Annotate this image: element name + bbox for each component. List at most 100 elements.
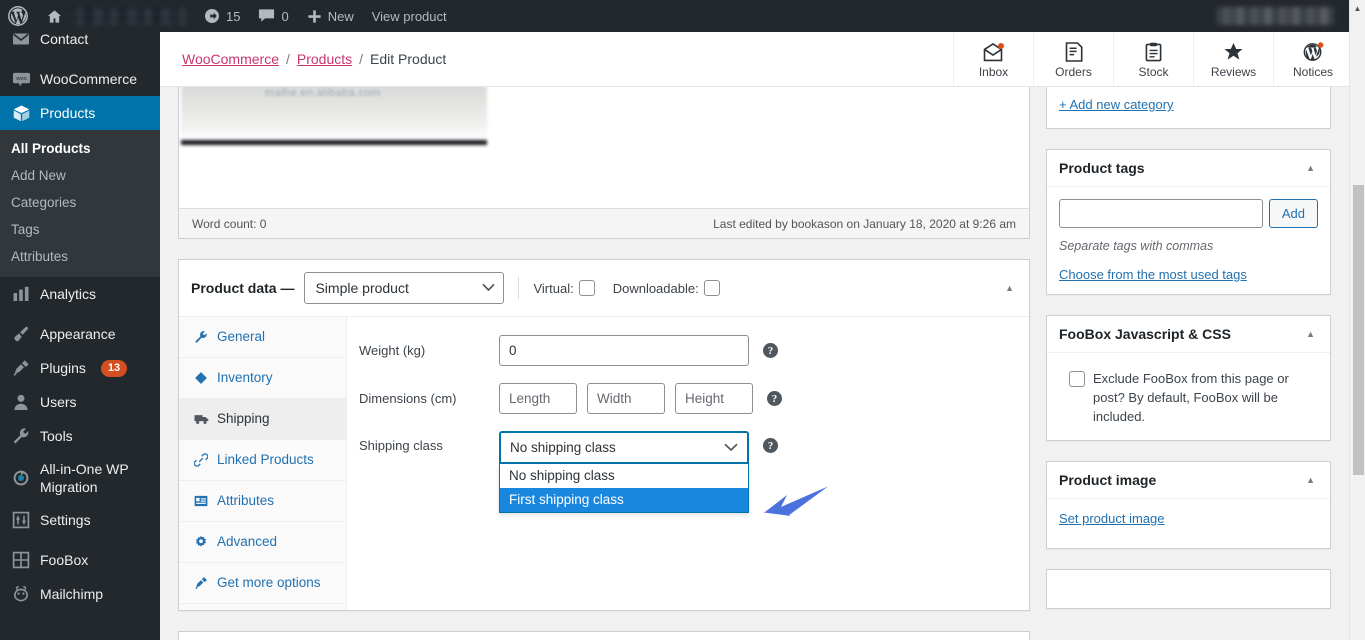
site-name-menu[interactable]	[38, 0, 195, 32]
help-question-icon[interactable]: ?	[763, 343, 778, 358]
orders-panel-button[interactable]: Orders	[1033, 32, 1113, 86]
comments-menu[interactable]: 0	[249, 0, 297, 32]
foobox-exclude-checkbox[interactable]	[1069, 371, 1085, 387]
downloadable-checkbox-label[interactable]: Downloadable:	[613, 280, 720, 296]
breadcrumb-woocommerce[interactable]: WooCommerce	[182, 51, 279, 67]
tab-linked-products[interactable]: Linked Products	[179, 440, 346, 481]
option-first-shipping-class[interactable]: First shipping class	[500, 488, 748, 512]
add-new-category-link[interactable]: + Add new category	[1059, 97, 1174, 112]
sidebar-item-tools[interactable]: Tools	[0, 419, 160, 453]
image-watermark-text: malhe.en.alibaba.com	[265, 87, 381, 99]
main-column: malhe.en.alibaba.com Word count: 0 Last …	[178, 87, 1030, 640]
sidebar-item-users[interactable]: Users	[0, 385, 160, 419]
foobox-collapse-toggle[interactable]: ▲	[1303, 327, 1318, 342]
product-data-panels: General Inventory Shipping Linked Produc…	[179, 317, 1029, 610]
product-image-header: Product image ▲	[1047, 462, 1330, 499]
submenu-categories[interactable]: Categories	[0, 189, 160, 216]
submenu-all-products[interactable]: All Products	[0, 135, 160, 162]
submenu-attributes[interactable]: Attributes	[0, 243, 160, 270]
orders-label: Orders	[1055, 64, 1092, 79]
inventory-diamond-icon	[193, 371, 209, 385]
breadcrumb-products[interactable]: Products	[297, 51, 352, 67]
sidebar-item-analytics[interactable]: Analytics	[0, 277, 160, 311]
virtual-checkbox[interactable]	[578, 280, 595, 296]
submenu-tags[interactable]: Tags	[0, 216, 160, 243]
new-label: New	[327, 8, 354, 24]
tab-label-general: General	[217, 329, 266, 344]
sidebar-item-appearance[interactable]: Appearance	[0, 317, 160, 351]
shipping-class-select-button[interactable]: No shipping class	[499, 431, 749, 464]
sidebar-item-plugins[interactable]: Plugins 13	[0, 351, 160, 385]
stock-panel-button[interactable]: Stock	[1113, 32, 1193, 86]
most-used-tags-link[interactable]: Choose from the most used tags	[1059, 267, 1247, 282]
sidebar-item-woocommerce[interactable]: woo WooCommerce	[0, 62, 160, 96]
sidebar-item-mailchimp[interactable]: Mailchimp	[0, 577, 160, 611]
scrollbar-up-arrow[interactable]: ▲	[1350, 0, 1365, 17]
width-input[interactable]	[587, 383, 665, 414]
view-product-link[interactable]: View product	[363, 0, 456, 32]
product-tags-collapse-toggle[interactable]: ▲	[1303, 161, 1318, 176]
paintbrush-icon	[11, 324, 31, 344]
view-product-label: View product	[371, 8, 447, 24]
dimensions-label: Dimensions (cm)	[359, 391, 457, 406]
plugin-plug-icon	[11, 358, 31, 378]
new-content-menu[interactable]: New	[298, 0, 363, 32]
sidebar-label-analytics: Analytics	[40, 286, 97, 302]
sidebar-label-foobox: FooBox	[40, 552, 89, 568]
page-scrollbar[interactable]: ▲	[1349, 0, 1365, 640]
weight-input[interactable]	[499, 335, 749, 366]
new-tag-input[interactable]	[1059, 199, 1263, 228]
product-data-collapse-toggle[interactable]: ▲	[1002, 281, 1017, 296]
sidebar-item-products[interactable]: Products	[0, 96, 168, 130]
sidebar-label-settings: Settings	[40, 512, 91, 528]
option-no-shipping-class[interactable]: No shipping class	[500, 464, 748, 488]
reviews-panel-button[interactable]: Reviews	[1193, 32, 1273, 86]
shipping-class-select[interactable]: No shipping class No shipping class Firs…	[499, 431, 749, 513]
downloadable-label-text: Downloadable:	[612, 280, 699, 296]
height-input[interactable]	[675, 383, 753, 414]
updates-menu[interactable]: 15	[195, 0, 249, 32]
tab-inventory[interactable]: Inventory	[179, 358, 346, 399]
scrollbar-thumb[interactable]	[1353, 185, 1364, 475]
notices-panel-button[interactable]: Notices	[1273, 32, 1353, 86]
tab-label-advanced: Advanced	[217, 534, 278, 549]
svg-text:woo: woo	[15, 76, 26, 82]
tab-get-more-options[interactable]: Get more options	[179, 563, 346, 604]
settings-sliders-icon	[11, 510, 31, 530]
virtual-label-text: Virtual:	[533, 280, 574, 296]
help-question-icon[interactable]: ?	[767, 391, 782, 406]
admin-sidebar-menu: Contact woo WooCommerce Products All Pro…	[0, 0, 168, 640]
short-description-metabox: Product short description ▲	[178, 631, 1030, 640]
wordpress-logo-menu[interactable]	[0, 0, 38, 32]
set-product-image-link[interactable]: Set product image	[1059, 511, 1165, 526]
breadcrumb-separator-2: /	[359, 51, 364, 67]
tab-general[interactable]: General	[179, 317, 346, 358]
plus-icon	[307, 9, 322, 24]
reviews-label: Reviews	[1210, 64, 1257, 79]
add-tag-button[interactable]: Add	[1268, 199, 1318, 228]
product-image-collapse-toggle[interactable]: ▲	[1303, 473, 1318, 488]
length-input[interactable]	[499, 383, 577, 414]
tab-shipping[interactable]: Shipping	[179, 399, 346, 440]
weight-row: Weight (kg) ?	[347, 335, 1029, 383]
site-name-redacted	[68, 7, 186, 25]
sidebar-item-foobox[interactable]: FooBox	[0, 543, 160, 577]
editor-content-area[interactable]: malhe.en.alibaba.com	[179, 87, 1029, 204]
product-data-metabox: Product data — Simple product Virtual: D…	[178, 259, 1030, 611]
page-body: WooCommerce / Products / Edit Product In…	[160, 32, 1353, 640]
sidebar-item-all-in-one-wp-migration[interactable]: All-in-One WP Migration	[0, 453, 160, 503]
downloadable-checkbox[interactable]	[703, 280, 720, 296]
tab-advanced[interactable]: Advanced	[179, 522, 346, 563]
help-question-icon[interactable]: ?	[763, 438, 778, 453]
my-account-menu[interactable]	[1207, 0, 1343, 32]
sidebar-item-settings[interactable]: Settings	[0, 503, 160, 537]
submenu-add-new[interactable]: Add New	[0, 162, 160, 189]
content-area: malhe.en.alibaba.com Word count: 0 Last …	[160, 87, 1353, 640]
foobox-exclude-row[interactable]: Exclude FooBox from this page or post? B…	[1059, 365, 1318, 428]
inbox-panel-button[interactable]: Inbox	[953, 32, 1033, 86]
foobox-metabox: FooBox Javascript & CSS ▲ Exclude FooBox…	[1046, 315, 1331, 441]
product-type-select[interactable]: Simple product	[304, 272, 505, 304]
tab-attributes[interactable]: Attributes	[179, 481, 346, 522]
products-submenu: All Products Add New Categories Tags Att…	[0, 130, 160, 277]
virtual-checkbox-label[interactable]: Virtual:	[533, 280, 595, 296]
